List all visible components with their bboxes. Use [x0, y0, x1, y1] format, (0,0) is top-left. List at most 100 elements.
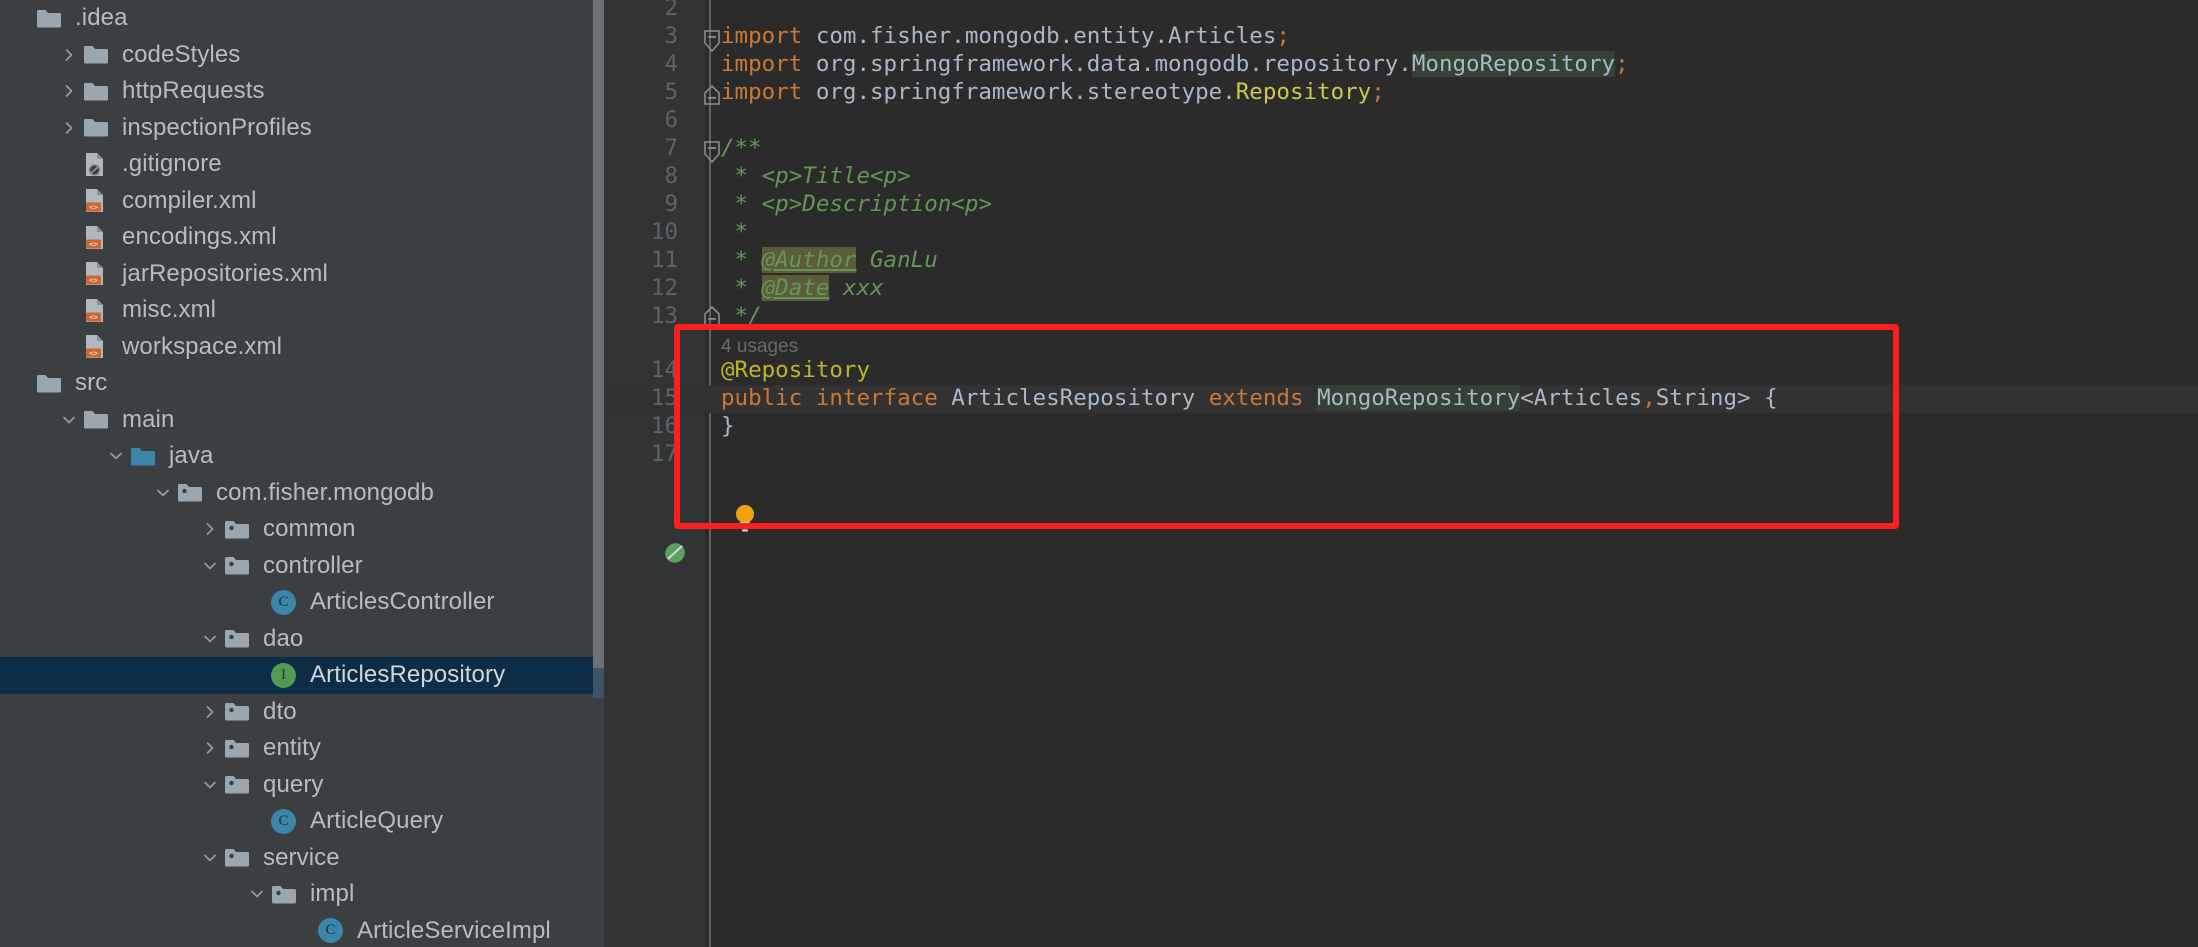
- line-text: @Repository: [721, 357, 871, 383]
- package-icon: [224, 699, 254, 725]
- chevron-right-icon[interactable]: [196, 705, 224, 719]
- tree-item-query[interactable]: query: [0, 767, 604, 804]
- tree-item-jarrepositories-xml[interactable]: <> jarRepositories.xml: [0, 256, 604, 293]
- line-number[interactable]: 14: [604, 356, 678, 384]
- line-number[interactable]: 3: [604, 22, 678, 50]
- tree-item-misc-xml[interactable]: <> misc.xml: [0, 292, 604, 329]
- line-number[interactable]: 11: [604, 246, 678, 274]
- fold-marker-javadoc-end-icon[interactable]: [702, 306, 722, 328]
- code-line-2[interactable]: 2: [604, 0, 2198, 22]
- tree-item-dto[interactable]: dto: [0, 694, 604, 731]
- code-line-8[interactable]: 8 * <p>Title<p>: [604, 162, 2198, 190]
- spring-bean-leaf-icon[interactable]: [662, 540, 688, 571]
- fold-marker-javadoc-icon[interactable]: [702, 141, 722, 167]
- chevron-down-icon[interactable]: [102, 449, 130, 463]
- tree-item-httprequests[interactable]: httpRequests: [0, 73, 604, 110]
- chevron-right-icon[interactable]: [55, 84, 83, 98]
- fold-marker-imports-end-icon[interactable]: [702, 85, 722, 107]
- line-number[interactable]: 6: [604, 106, 678, 134]
- tree-item-articlequery[interactable]: C ArticleQuery: [0, 803, 604, 840]
- sidebar-scrollbar-thumb-lower[interactable]: [593, 668, 604, 698]
- chevron-down-icon[interactable]: [196, 632, 224, 646]
- xml-file-icon: <>: [83, 188, 113, 214]
- line-number[interactable]: 15: [604, 384, 678, 412]
- fold-marker-imports-icon[interactable]: [702, 30, 722, 56]
- line-number[interactable]: 13: [604, 302, 678, 330]
- tree-item-articleserviceimpl[interactable]: C ArticleServiceImpl: [0, 913, 604, 947]
- line-number[interactable]: 5: [604, 78, 678, 106]
- tree-item-compiler-xml[interactable]: <> compiler.xml: [0, 183, 604, 220]
- code-line-5[interactable]: 5 import org.springframework.stereotype.R…: [604, 78, 2198, 106]
- code-line-11[interactable]: 11 * @Author GanLu: [604, 246, 2198, 274]
- source-root-icon: [130, 443, 160, 469]
- line-number[interactable]: 8: [604, 162, 678, 190]
- tree-item-encodings-xml[interactable]: <> encodings.xml: [0, 219, 604, 256]
- tree-item-com-fisher-mongodb[interactable]: com.fisher.mongodb: [0, 475, 604, 512]
- chevron-right-icon[interactable]: [196, 741, 224, 755]
- tree-item-controller[interactable]: controller: [0, 548, 604, 585]
- chevron-right-icon[interactable]: [55, 48, 83, 62]
- code-line-13[interactable]: 13 */: [604, 302, 2198, 330]
- java-class-icon: C: [318, 918, 348, 944]
- line-text: public interface ArticlesRepository exte…: [721, 385, 1778, 411]
- tree-item-dao[interactable]: dao: [0, 621, 604, 658]
- project-tree[interactable]: .idea codeStyles httpRequests inspectionPro…: [0, 0, 604, 947]
- line-number[interactable]: 16: [604, 412, 678, 440]
- code-line-16[interactable]: 16}: [604, 412, 2198, 440]
- line-number[interactable]: 7: [604, 134, 678, 162]
- tree-item-java[interactable]: java: [0, 438, 604, 475]
- line-number[interactable]: 10: [604, 218, 678, 246]
- project-tool-window[interactable]: .idea codeStyles httpRequests inspectionPro…: [0, 0, 604, 947]
- code-line-6[interactable]: 6: [604, 106, 2198, 134]
- tree-item-main[interactable]: main: [0, 402, 604, 439]
- tree-item-common[interactable]: common: [0, 511, 604, 548]
- svg-text:<>: <>: [89, 276, 99, 285]
- code-line-9[interactable]: 9 * <p>Description<p>: [604, 190, 2198, 218]
- chevron-down-icon[interactable]: [243, 887, 271, 901]
- tree-item-label: ArticleServiceImpl: [357, 916, 551, 944]
- chevron-right-icon[interactable]: [196, 522, 224, 536]
- tree-item-workspace-xml[interactable]: <> workspace.xml: [0, 329, 604, 366]
- line-text: * @Author GanLu: [721, 247, 938, 273]
- tree-item-inspectionprofiles[interactable]: inspectionProfiles: [0, 110, 604, 147]
- code-line-3[interactable]: 3 import com.fisher.mongodb.entity.Articl…: [604, 22, 2198, 50]
- sidebar-scrollbar[interactable]: [593, 0, 604, 947]
- intention-bulb-icon[interactable]: [732, 503, 758, 538]
- tree-item-label: inspectionProfiles: [122, 113, 312, 141]
- code-line-17[interactable]: 17: [604, 440, 2198, 468]
- tree-item-codestyles[interactable]: codeStyles: [0, 37, 604, 74]
- svg-text:<>: <>: [89, 312, 99, 321]
- code-line-14[interactable]: 14 @Repository: [604, 356, 2198, 384]
- tree-item--idea[interactable]: .idea: [0, 0, 604, 37]
- code-editor[interactable]: 2 3 import com.fisher.mongodb.entity.Artic…: [604, 0, 2198, 947]
- tree-item-src[interactable]: src: [0, 365, 604, 402]
- tree-item-label: query: [263, 770, 324, 798]
- line-number[interactable]: 12: [604, 274, 678, 302]
- tree-item-impl[interactable]: impl: [0, 876, 604, 913]
- chevron-down-icon[interactable]: [196, 851, 224, 865]
- tree-item-entity[interactable]: entity: [0, 730, 604, 767]
- gitignore-file-icon: [83, 151, 113, 177]
- tree-item-articlescontroller[interactable]: C ArticlesController: [0, 584, 604, 621]
- chevron-down-icon[interactable]: [196, 559, 224, 573]
- line-number[interactable]: 2: [604, 0, 678, 22]
- chevron-down-icon[interactable]: [196, 778, 224, 792]
- chevron-right-icon[interactable]: [55, 121, 83, 135]
- sidebar-scrollbar-thumb[interactable]: [593, 0, 604, 668]
- tree-item-label: httpRequests: [122, 77, 265, 105]
- line-number[interactable]: 17: [604, 440, 678, 468]
- code-line-15[interactable]: 15 public interface ArticlesRepository ex…: [604, 384, 2198, 412]
- tree-item-articlesrepository[interactable]: I ArticlesRepository: [0, 657, 604, 694]
- chevron-down-icon[interactable]: [55, 413, 83, 427]
- code-line-7[interactable]: 7 /**: [604, 134, 2198, 162]
- tree-item--gitignore[interactable]: .gitignore: [0, 146, 604, 183]
- line-number[interactable]: 9: [604, 190, 678, 218]
- tree-item-service[interactable]: service: [0, 840, 604, 877]
- code-line-4[interactable]: 4 import org.springframework.data.mongodb…: [604, 50, 2198, 78]
- tree-item-label: entity: [263, 734, 321, 762]
- line-number[interactable]: 4: [604, 50, 678, 78]
- code-line-12[interactable]: 12 * @Date xxx: [604, 274, 2198, 302]
- chevron-down-icon[interactable]: [149, 486, 177, 500]
- code-line-10[interactable]: 10 *: [604, 218, 2198, 246]
- folder-icon: [83, 78, 113, 104]
